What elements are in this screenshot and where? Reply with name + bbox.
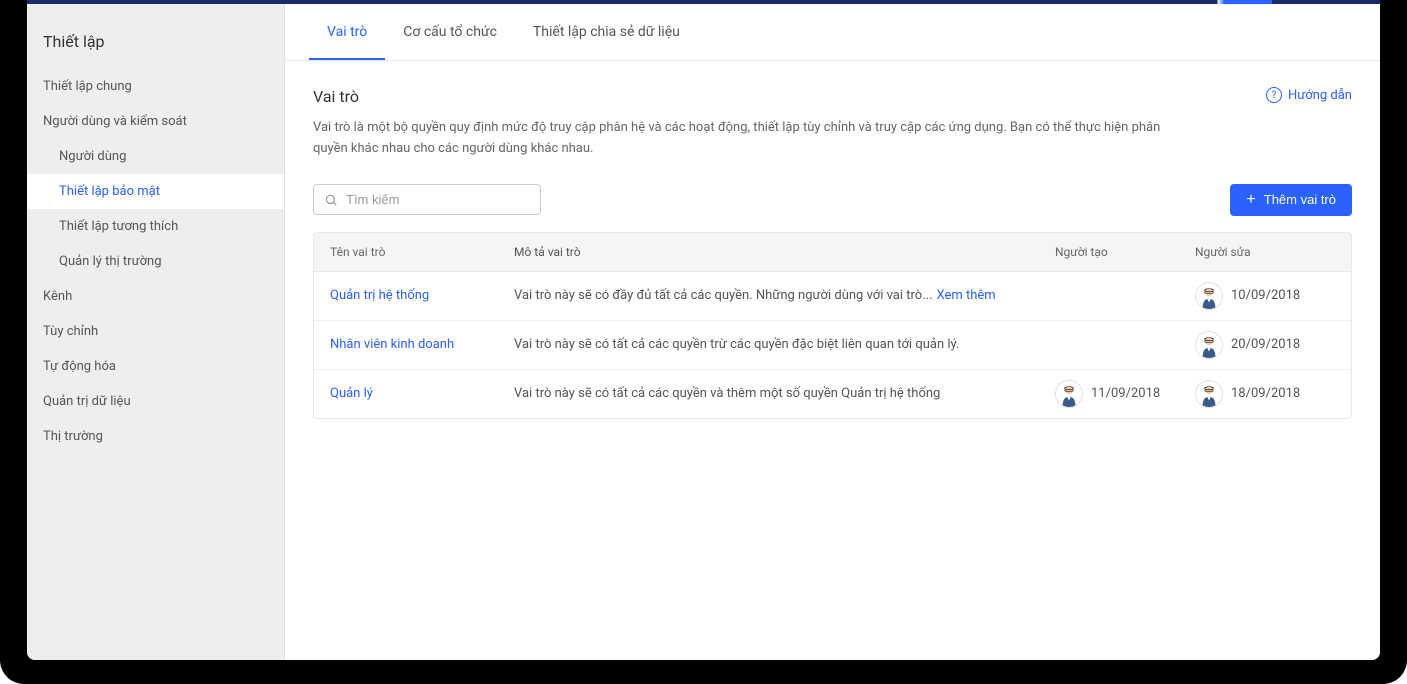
- sidebar-item-customize[interactable]: Tùy chỉnh: [27, 314, 284, 349]
- creator-cell: 11/09/2018: [1055, 380, 1195, 408]
- sidebar-item-automation[interactable]: Tự động hóa: [27, 349, 284, 384]
- table-row: Quản trị hệ thống Vai trò này sẽ có đầy đ…: [314, 272, 1351, 321]
- tab-sharing[interactable]: Thiết lập chia sẻ dữ liệu: [515, 4, 698, 60]
- creator-date: 11/09/2018: [1091, 386, 1160, 401]
- table-row: Nhân viên kinh doanh Vai trò này sẽ có tấ…: [314, 321, 1351, 370]
- add-role-label: Thêm vai trò: [1264, 192, 1336, 207]
- tab-roles[interactable]: Vai trò: [309, 4, 385, 60]
- avatar: [1195, 380, 1223, 408]
- avatar: [1195, 331, 1223, 359]
- sidebar-item-market[interactable]: Thị trường: [27, 419, 284, 454]
- editor-cell: 10/09/2018: [1195, 282, 1335, 310]
- role-description: Vai trò này sẽ có đầy đủ tất cả các quyề…: [514, 288, 1055, 303]
- table-header: Tên vai trò Mô tả vai trò Người tạo Ngườ…: [314, 233, 1351, 272]
- search-icon: [324, 193, 338, 207]
- header-editor: Người sửa: [1195, 245, 1335, 259]
- avatar: [1055, 380, 1083, 408]
- help-icon: ?: [1266, 87, 1282, 103]
- editor-cell: 20/09/2018: [1195, 331, 1335, 359]
- header-creator: Người tạo: [1055, 245, 1195, 259]
- roles-table: Tên vai trò Mô tả vai trò Người tạo Ngườ…: [313, 232, 1352, 419]
- avatar: [1195, 282, 1223, 310]
- editor-date: 18/09/2018: [1231, 386, 1300, 401]
- role-link[interactable]: Quản trị hệ thống: [330, 288, 429, 303]
- page-description: Vai trò là một bộ quyền quy định mức độ …: [313, 118, 1193, 160]
- header-desc: Mô tả vai trò: [514, 245, 1055, 259]
- sidebar-item-general[interactable]: Thiết lập chung: [27, 69, 284, 104]
- search-input[interactable]: [346, 192, 530, 207]
- page-title: Vai trò: [313, 87, 359, 106]
- role-description: Vai trò này sẽ có tất cả các quyền và th…: [514, 386, 1055, 401]
- role-link[interactable]: Nhân viên kinh doanh: [330, 337, 454, 352]
- editor-date: 20/09/2018: [1231, 337, 1300, 352]
- plus-icon: +: [1246, 192, 1255, 208]
- see-more-link[interactable]: Xem thêm: [937, 288, 996, 303]
- help-label: Hướng dẫn: [1288, 88, 1352, 103]
- search-box[interactable]: [313, 184, 541, 215]
- tabs: Vai trò Cơ cấu tổ chức Thiết lập chia sẻ…: [285, 4, 1380, 61]
- editor-cell: 18/09/2018: [1195, 380, 1335, 408]
- sidebar-item-security[interactable]: Thiết lập bảo mật: [27, 174, 284, 209]
- header-name: Tên vai trò: [330, 245, 514, 259]
- sidebar-item-market-mgmt[interactable]: Quản lý thị trường: [27, 244, 284, 279]
- sidebar-item-compat[interactable]: Thiết lập tương thích: [27, 209, 284, 244]
- editor-date: 10/09/2018: [1231, 288, 1300, 303]
- main-content: Vai trò Cơ cấu tổ chức Thiết lập chia sẻ…: [285, 4, 1380, 660]
- sidebar-item-data-admin[interactable]: Quản trị dữ liệu: [27, 384, 284, 419]
- table-row: Quản lý Vai trò này sẽ có tất cả các quyề…: [314, 370, 1351, 418]
- help-link[interactable]: ? Hướng dẫn: [1266, 87, 1352, 103]
- role-description: Vai trò này sẽ có tất cả các quyền trừ c…: [514, 337, 1055, 352]
- role-link[interactable]: Quản lý: [330, 386, 373, 401]
- sidebar-item-users[interactable]: Người dùng: [27, 139, 284, 174]
- tab-org[interactable]: Cơ cấu tổ chức: [385, 4, 515, 60]
- sidebar-title: Thiết lập: [27, 4, 284, 69]
- add-role-button[interactable]: + Thêm vai trò: [1230, 184, 1352, 216]
- sidebar-item-channel[interactable]: Kênh: [27, 279, 284, 314]
- sidebar-item-users-control[interactable]: Người dùng và kiểm soát: [27, 104, 284, 139]
- sidebar: Thiết lập Thiết lập chung Người dùng và …: [27, 4, 285, 660]
